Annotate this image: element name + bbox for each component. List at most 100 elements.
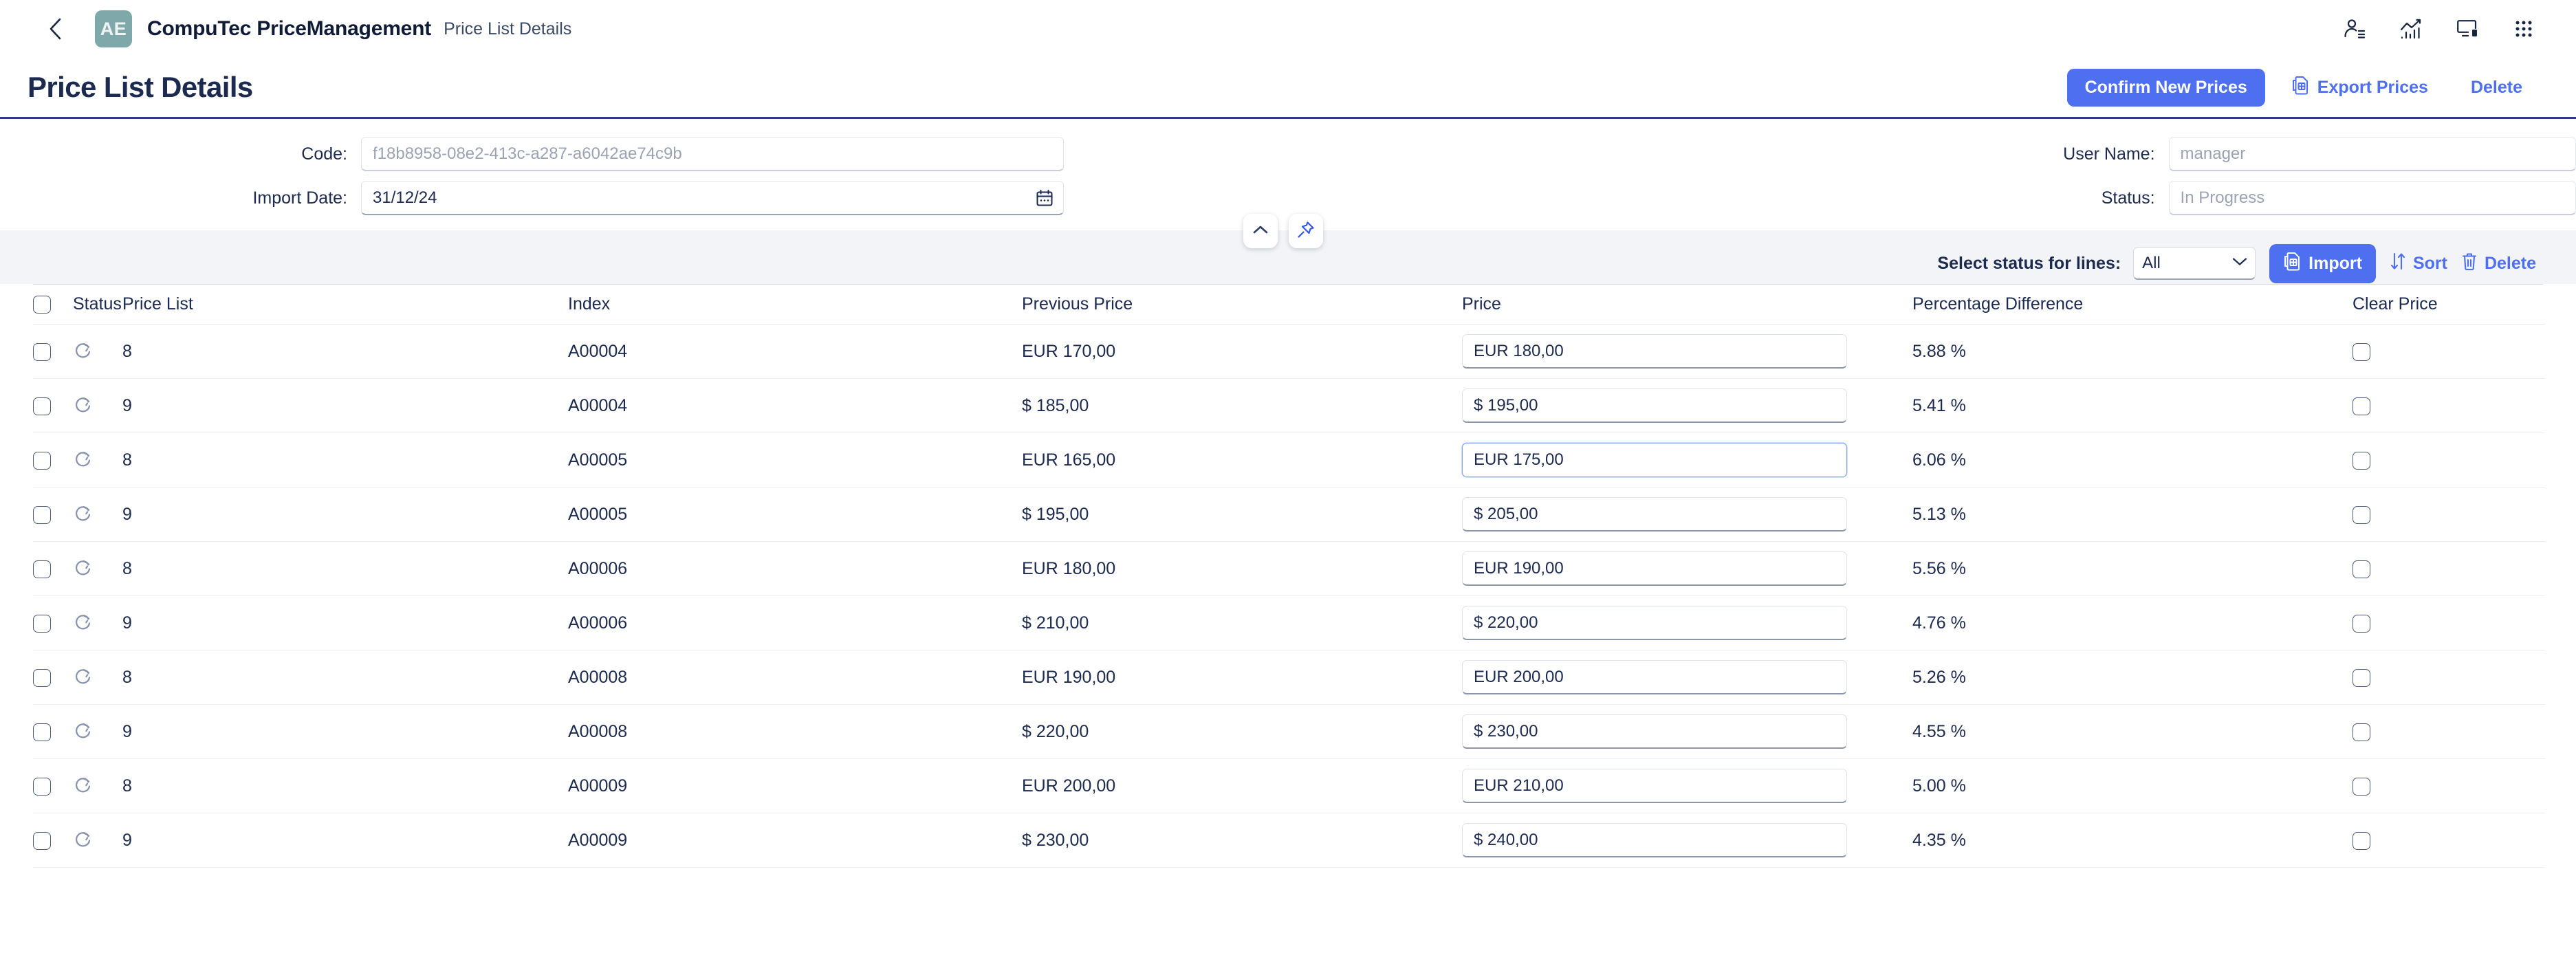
table-header-row: Status Price List Index Previous Price P…: [33, 285, 2545, 325]
row-select-cell: [33, 542, 73, 596]
row-select-checkbox[interactable]: [33, 723, 51, 741]
row-price-list-cell: 9: [122, 813, 568, 868]
refresh-circle-icon[interactable]: [73, 667, 94, 688]
row-price-input[interactable]: [1462, 823, 1847, 857]
clear-price-checkbox[interactable]: [2353, 397, 2370, 415]
code-field[interactable]: f18b8958-08e2-413c-a287-a6042ae74c9b: [361, 137, 1064, 171]
row-price-cell: [1462, 325, 1912, 379]
row-price-input[interactable]: [1462, 497, 1847, 532]
sort-button[interactable]: Sort: [2390, 252, 2447, 276]
delete-lines-button[interactable]: Delete: [2461, 252, 2536, 276]
table-row[interactable]: 8A00008EUR 190,005.26 %: [33, 650, 2545, 705]
table-row[interactable]: 9A00005$ 195,005.13 %: [33, 488, 2545, 542]
clear-price-checkbox[interactable]: [2353, 669, 2370, 687]
table-row[interactable]: 9A00004$ 185,005.41 %: [33, 379, 2545, 433]
table-row[interactable]: 8A00005EUR 165,006.06 %: [33, 433, 2545, 488]
row-status-cell: [73, 759, 122, 813]
row-previous-price-cell: EUR 200,00: [1022, 759, 1462, 813]
row-percentage-cell: 5.26 %: [1912, 650, 2353, 705]
back-icon[interactable]: [41, 15, 69, 43]
row-price-list-cell: 9: [122, 379, 568, 433]
refresh-circle-icon[interactable]: [73, 450, 94, 470]
delete-button[interactable]: Delete: [2457, 71, 2536, 105]
export-file-icon: [2291, 76, 2309, 100]
table-body: 8A00004EUR 170,005.88 %9A00004$ 185,005.…: [33, 325, 2545, 868]
row-price-input[interactable]: [1462, 551, 1847, 586]
calendar-icon[interactable]: [1033, 186, 1056, 210]
refresh-circle-icon[interactable]: [73, 721, 94, 742]
row-percentage-cell: 4.35 %: [1912, 813, 2353, 868]
select-all-checkbox[interactable]: [33, 296, 51, 314]
row-select-checkbox[interactable]: [33, 560, 51, 578]
row-clear-price-cell: [2353, 705, 2545, 759]
row-select-checkbox[interactable]: [33, 778, 51, 796]
status-select[interactable]: All: [2133, 247, 2256, 280]
refresh-circle-icon[interactable]: [73, 504, 94, 525]
user-name-value: manager: [2181, 144, 2246, 164]
clear-price-checkbox[interactable]: [2353, 615, 2370, 633]
refresh-circle-icon[interactable]: [73, 776, 94, 796]
pin-panel-button[interactable]: [1289, 214, 1323, 248]
row-price-input[interactable]: [1462, 660, 1847, 694]
row-price-input[interactable]: [1462, 388, 1847, 423]
clear-price-checkbox[interactable]: [2353, 723, 2370, 741]
clear-price-checkbox[interactable]: [2353, 343, 2370, 361]
user-name-field[interactable]: manager: [2169, 137, 2576, 171]
col-header-price: Price: [1462, 285, 1912, 325]
row-price-input[interactable]: [1462, 714, 1847, 749]
row-percentage-cell: 5.88 %: [1912, 325, 2353, 379]
refresh-circle-icon[interactable]: [73, 613, 94, 633]
row-select-checkbox[interactable]: [33, 506, 51, 524]
row-price-cell: [1462, 433, 1912, 488]
clear-price-checkbox[interactable]: [2353, 506, 2370, 524]
clear-price-checkbox[interactable]: [2353, 452, 2370, 470]
clear-price-checkbox[interactable]: [2353, 832, 2370, 850]
row-price-input[interactable]: [1462, 769, 1847, 803]
sort-button-label: Sort: [2413, 254, 2447, 274]
row-select-checkbox[interactable]: [33, 452, 51, 470]
collapse-panel-button[interactable]: [1243, 214, 1278, 248]
row-select-checkbox[interactable]: [33, 615, 51, 633]
import-button[interactable]: Import: [2269, 244, 2376, 283]
table-row[interactable]: 8A00006EUR 180,005.56 %: [33, 542, 2545, 596]
status-field[interactable]: In Progress: [2169, 181, 2576, 215]
analytics-chart-icon[interactable]: [2399, 17, 2423, 41]
device-screen-icon[interactable]: [2455, 17, 2480, 41]
refresh-circle-icon[interactable]: [73, 395, 94, 416]
row-select-checkbox[interactable]: [33, 397, 51, 415]
row-price-input[interactable]: [1462, 443, 1847, 477]
table-row[interactable]: 8A00009EUR 200,005.00 %: [33, 759, 2545, 813]
row-price-input[interactable]: [1462, 606, 1847, 640]
form-row-user-name: User Name: manager: [1288, 137, 2576, 171]
row-clear-price-cell: [2353, 542, 2545, 596]
refresh-circle-icon[interactable]: [73, 558, 94, 579]
refresh-circle-icon[interactable]: [73, 341, 94, 362]
table-row[interactable]: 9A00009$ 230,004.35 %: [33, 813, 2545, 868]
row-price-list-cell: 8: [122, 759, 568, 813]
row-index-cell: A00009: [568, 813, 1022, 868]
user-list-icon[interactable]: [2342, 17, 2367, 41]
row-previous-price-cell: $ 210,00: [1022, 596, 1462, 650]
row-select-checkbox[interactable]: [33, 669, 51, 687]
row-price-cell: [1462, 488, 1912, 542]
row-select-checkbox[interactable]: [33, 343, 51, 361]
clear-price-checkbox[interactable]: [2353, 778, 2370, 796]
table-row[interactable]: 9A00006$ 210,004.76 %: [33, 596, 2545, 650]
import-date-field[interactable]: 31/12/24: [361, 181, 1064, 215]
delete-lines-label: Delete: [2485, 254, 2536, 274]
row-select-cell: [33, 596, 73, 650]
details-form-panel: Code: f18b8958-08e2-413c-a287-a6042ae74c…: [0, 119, 2576, 230]
row-price-list-cell: 9: [122, 705, 568, 759]
export-prices-button[interactable]: Export Prices: [2278, 69, 2442, 107]
row-price-list-cell: 9: [122, 596, 568, 650]
row-select-checkbox[interactable]: [33, 832, 51, 850]
confirm-new-prices-button[interactable]: Confirm New Prices: [2067, 69, 2265, 107]
apps-grid-icon[interactable]: [2511, 17, 2536, 41]
refresh-circle-icon[interactable]: [73, 830, 94, 851]
row-status-cell: [73, 379, 122, 433]
row-price-input[interactable]: [1462, 334, 1847, 369]
table-row[interactable]: 9A00008$ 220,004.55 %: [33, 705, 2545, 759]
clear-price-checkbox[interactable]: [2353, 560, 2370, 578]
row-price-cell: [1462, 596, 1912, 650]
table-row[interactable]: 8A00004EUR 170,005.88 %: [33, 325, 2545, 379]
